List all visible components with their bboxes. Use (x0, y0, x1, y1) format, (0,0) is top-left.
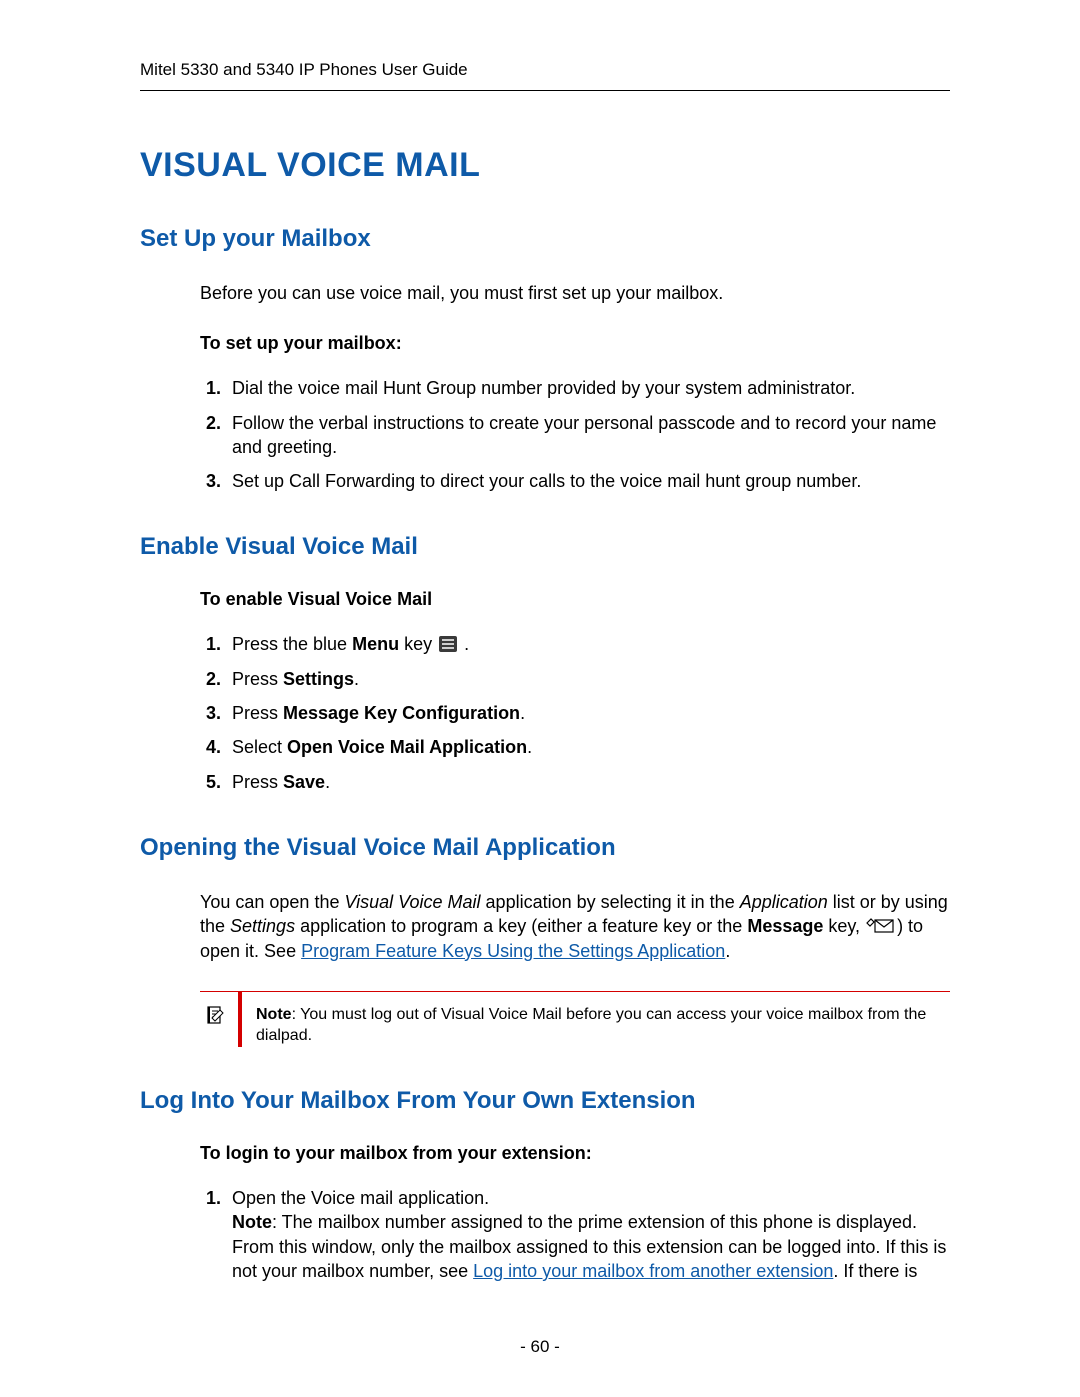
list-item: Follow the verbal instructions to create… (226, 411, 950, 460)
setup-steps: Dial the voice mail Hunt Group number pr… (200, 376, 950, 493)
note-icon-col (200, 1004, 230, 1047)
list-item: Press the blue Menu key . (226, 632, 950, 656)
text: . (725, 941, 730, 961)
page-number: - 60 - (0, 1337, 1080, 1357)
note-body: : You must log out of Visual Voice Mail … (256, 1006, 926, 1045)
setup-intro: Before you can use voice mail, you must … (200, 281, 950, 305)
heading-login: Log Into Your Mailbox From Your Own Exte… (140, 1087, 950, 1115)
login-steps: Open the Voice mail application. Note: T… (200, 1186, 950, 1283)
text: key, (823, 916, 865, 936)
list-item: Press Settings. (226, 667, 950, 691)
text-bold: Message (747, 916, 823, 936)
note-accent-bar (238, 992, 242, 1047)
text-italic: Settings (230, 916, 295, 936)
step-text: Press (232, 772, 283, 792)
note-label: Note (256, 1006, 292, 1023)
step-text: Select (232, 737, 287, 757)
step-text: Press (232, 669, 283, 689)
step-text: . (325, 772, 330, 792)
text-italic: Application (740, 892, 828, 912)
heading-opening: Opening the Visual Voice Mail Applicatio… (140, 834, 950, 862)
step-text: Open the Voice mail application. (232, 1188, 489, 1208)
login-lead: To login to your mailbox from your exten… (200, 1143, 950, 1164)
step-text: Press the blue (232, 634, 352, 654)
step-text: . (354, 669, 359, 689)
document-page: Mitel 5330 and 5340 IP Phones User Guide… (0, 0, 1080, 1397)
list-item: Select Open Voice Mail Application. (226, 735, 950, 759)
opening-paragraph: You can open the Visual Voice Mail appli… (200, 890, 950, 963)
step-bold: Settings (283, 669, 354, 689)
heading-setup: Set Up your Mailbox (140, 225, 950, 253)
heading-enable: Enable Visual Voice Mail (140, 533, 950, 561)
section-opening-body: You can open the Visual Voice Mail appli… (200, 890, 950, 1047)
list-item: Set up Call Forwarding to direct your ca… (226, 469, 950, 493)
step-text: Press (232, 703, 283, 723)
running-header: Mitel 5330 and 5340 IP Phones User Guide (140, 60, 950, 91)
text: application by selecting it in the (481, 892, 740, 912)
note-pencil-icon (206, 1006, 224, 1026)
step-text: . If there is (833, 1261, 917, 1281)
note-text: Note: You must log out of Visual Voice M… (256, 1004, 950, 1047)
list-item: Open the Voice mail application. Note: T… (226, 1186, 950, 1283)
note-block: Note: You must log out of Visual Voice M… (200, 991, 950, 1047)
step-bold: Menu (352, 634, 399, 654)
note-label: Note (232, 1212, 272, 1232)
message-key-icon (865, 917, 895, 935)
page-title: VISUAL VOICE MAIL (140, 146, 950, 185)
step-text: . (520, 703, 525, 723)
menu-key-icon (439, 634, 457, 650)
section-enable-body: To enable Visual Voice Mail Press the bl… (200, 589, 950, 793)
link-log-into-another-extension[interactable]: Log into your mailbox from another exten… (473, 1261, 833, 1281)
text: You can open the (200, 892, 344, 912)
text-italic: Visual Voice Mail (344, 892, 480, 912)
enable-lead: To enable Visual Voice Mail (200, 589, 950, 610)
step-text: . (527, 737, 532, 757)
step-bold: Open Voice Mail Application (287, 737, 527, 757)
step-bold: Message Key Configuration (283, 703, 520, 723)
enable-steps: Press the blue Menu key . Press Settings… (200, 632, 950, 793)
step-text: . (459, 634, 469, 654)
section-setup-body: Before you can use voice mail, you must … (200, 281, 950, 493)
step-bold: Save (283, 772, 325, 792)
section-login-body: To login to your mailbox from your exten… (200, 1143, 950, 1283)
step-text: key (399, 634, 437, 654)
list-item: Press Save. (226, 770, 950, 794)
list-item: Dial the voice mail Hunt Group number pr… (226, 376, 950, 400)
setup-lead: To set up your mailbox: (200, 333, 950, 354)
list-item: Press Message Key Configuration. (226, 701, 950, 725)
text: application to program a key (either a f… (295, 916, 747, 936)
link-program-feature-keys[interactable]: Program Feature Keys Using the Settings … (301, 941, 725, 961)
